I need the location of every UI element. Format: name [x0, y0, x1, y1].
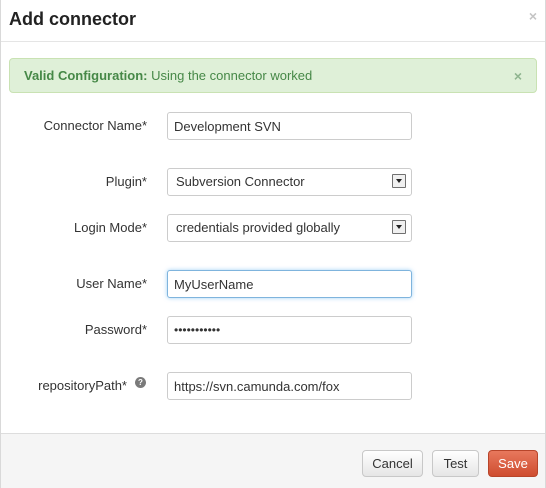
alert-close-icon[interactable]: × — [514, 69, 522, 83]
cancel-button[interactable]: Cancel — [362, 450, 423, 477]
password-input[interactable]: ••••••••••• — [167, 316, 412, 344]
chevron-down-icon[interactable] — [392, 220, 406, 234]
user-name-input[interactable] — [167, 270, 412, 298]
help-icon[interactable]: ? — [135, 377, 146, 388]
chevron-down-icon[interactable] — [392, 174, 406, 188]
login-mode-selected-value: credentials provided globally — [176, 220, 341, 235]
success-alert: Valid Configuration: Using the connector… — [9, 58, 537, 93]
dialog-title: Add connector — [9, 9, 137, 29]
alert-message: Using the connector worked — [147, 68, 313, 83]
close-icon[interactable]: × — [529, 9, 537, 23]
repository-path-label: repositoryPath* — [38, 378, 127, 393]
plugin-select[interactable]: Subversion Connector — [167, 168, 412, 196]
test-button[interactable]: Test — [432, 450, 479, 477]
plugin-selected-value: Subversion Connector — [176, 174, 305, 189]
alert-title: Valid Configuration: — [24, 68, 148, 83]
save-button[interactable]: Save — [488, 450, 538, 477]
dialog-footer: Cancel Test Save — [1, 433, 545, 488]
login-mode-label: Login Mode* — [74, 220, 147, 235]
user-name-label: User Name* — [76, 276, 147, 291]
connector-name-input[interactable] — [167, 112, 412, 140]
add-connector-dialog: Add connector × Valid Configuration: Usi… — [0, 0, 546, 488]
plugin-label: Plugin* — [105, 174, 147, 189]
connector-name-label: Connector Name* — [43, 118, 147, 133]
dialog-header: Add connector × — [1, 0, 545, 42]
repository-path-input[interactable] — [167, 372, 412, 400]
password-label: Password* — [84, 322, 147, 337]
login-mode-select[interactable]: credentials provided globally — [167, 214, 412, 242]
